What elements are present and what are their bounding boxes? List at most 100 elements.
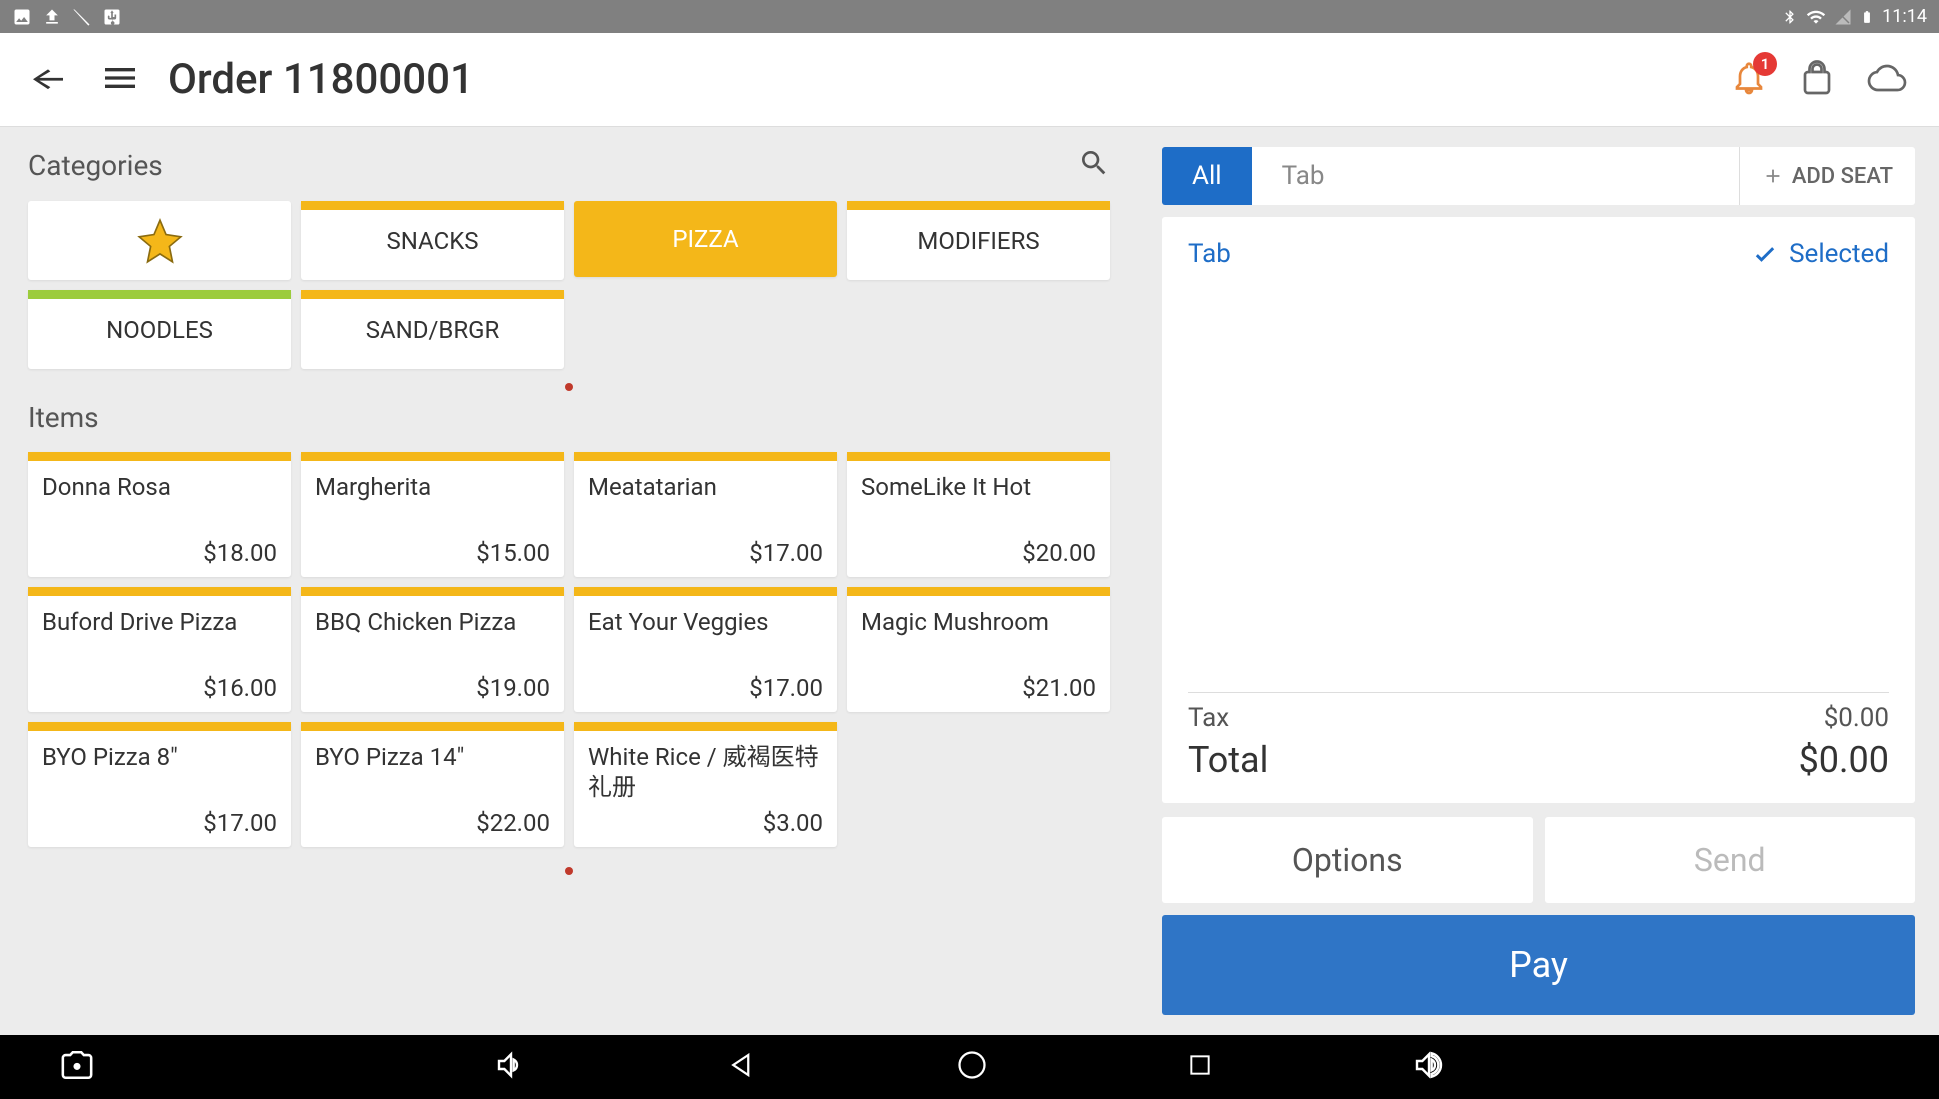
- signal-disabled-icon: [1834, 8, 1852, 26]
- categories-label: Categories: [28, 149, 163, 182]
- android-back-button[interactable]: [727, 1050, 757, 1084]
- cloud-button[interactable]: [1867, 60, 1907, 100]
- items-label: Items: [28, 401, 1110, 434]
- plus-icon: [1762, 165, 1784, 187]
- item-tile-5[interactable]: BBQ Chicken Pizza$19.00: [301, 587, 564, 712]
- camera-button[interactable]: [60, 1048, 94, 1086]
- airplane-off-icon: [72, 7, 92, 27]
- recent-square-icon: [1187, 1052, 1213, 1078]
- status-time: 11:14: [1882, 6, 1927, 27]
- item-tile-6[interactable]: Eat Your Veggies$17.00: [574, 587, 837, 712]
- category-tile-5[interactable]: SAND/BRGR: [301, 290, 564, 369]
- camera-icon: [60, 1048, 94, 1082]
- item-price: $18.00: [42, 539, 277, 567]
- page-title: Order 11800001: [168, 55, 1731, 104]
- item-tile-0[interactable]: Donna Rosa$18.00: [28, 452, 291, 577]
- item-tile-8[interactable]: BYO Pizza 8"$17.00: [28, 722, 291, 847]
- right-panel: All Tab ADD SEAT Tab Selected Tax $0.00: [1138, 127, 1939, 1035]
- notification-button[interactable]: 1: [1731, 60, 1767, 100]
- item-price: $16.00: [42, 674, 277, 702]
- status-right: 11:14: [1782, 6, 1927, 27]
- options-button[interactable]: Options: [1162, 817, 1533, 903]
- item-name: BBQ Chicken Pizza: [315, 607, 550, 674]
- item-price: $17.00: [42, 809, 277, 837]
- item-price: $3.00: [588, 809, 823, 837]
- search-icon: [1078, 147, 1110, 179]
- add-seat-label: ADD SEAT: [1792, 164, 1893, 189]
- volume-up-button[interactable]: [1413, 1049, 1445, 1085]
- selected-label: Selected: [1789, 239, 1889, 269]
- category-tile-2[interactable]: PIZZA: [574, 201, 837, 277]
- item-tile-1[interactable]: Margherita$15.00: [301, 452, 564, 577]
- item-name: White Rice / 威褐医特 礼册: [588, 742, 823, 809]
- bluetooth-icon: [1782, 9, 1798, 25]
- tax-label: Tax: [1188, 703, 1229, 733]
- total-label: Total: [1188, 739, 1268, 781]
- item-price: $15.00: [315, 539, 550, 567]
- add-seat-button[interactable]: ADD SEAT: [1739, 147, 1915, 205]
- wifi-icon: [1806, 7, 1826, 27]
- star-icon: [135, 216, 185, 266]
- android-recent-button[interactable]: [1187, 1052, 1213, 1082]
- category-label: MODIFIERS: [917, 227, 1039, 255]
- status-bar: 11:14: [0, 0, 1939, 33]
- category-label: SAND/BRGR: [366, 316, 500, 344]
- menu-icon[interactable]: [100, 58, 140, 102]
- category-tile-0[interactable]: [28, 201, 291, 280]
- item-tile-4[interactable]: Buford Drive Pizza$16.00: [28, 587, 291, 712]
- category-tile-1[interactable]: SNACKS: [301, 201, 564, 280]
- item-price: $20.00: [861, 539, 1096, 567]
- android-nav-bar: [0, 1035, 1939, 1099]
- category-label: NOODLES: [106, 316, 213, 344]
- upload-icon: [42, 7, 62, 27]
- category-tile-4[interactable]: NOODLES: [28, 290, 291, 369]
- ticket-tab-label[interactable]: Tab: [1188, 239, 1231, 269]
- usb-icon: [102, 7, 122, 27]
- item-name: Donna Rosa: [42, 472, 277, 539]
- pay-button[interactable]: Pay: [1162, 915, 1915, 1015]
- item-name: Meatatarian: [588, 472, 823, 539]
- header-icons: 1: [1731, 60, 1907, 100]
- image-icon: [12, 7, 32, 27]
- item-price: $17.00: [588, 674, 823, 702]
- battery-icon: [1860, 7, 1874, 27]
- item-tile-9[interactable]: BYO Pizza 14"$22.00: [301, 722, 564, 847]
- android-home-button[interactable]: [957, 1050, 987, 1084]
- app-header: Order 11800001 1: [0, 33, 1939, 127]
- cloud-icon: [1867, 60, 1907, 96]
- item-tile-3[interactable]: SomeLike It Hot$20.00: [847, 452, 1110, 577]
- status-left: [12, 7, 122, 27]
- filter-tab-tab[interactable]: Tab: [1252, 147, 1739, 205]
- item-name: Buford Drive Pizza: [42, 607, 277, 674]
- volume-up-icon: [1413, 1049, 1445, 1081]
- item-tile-2[interactable]: Meatatarian$17.00: [574, 452, 837, 577]
- volume-down-icon: [495, 1049, 527, 1081]
- item-price: $21.00: [861, 674, 1096, 702]
- total-value: $0.00: [1799, 739, 1889, 781]
- lock-icon: [1799, 60, 1835, 96]
- ticket-selected-indicator[interactable]: Selected: [1751, 239, 1889, 269]
- lock-button[interactable]: [1799, 60, 1835, 100]
- left-panel: Categories SNACKS PIZZA MODIFIERS NOODLES SA…: [0, 127, 1138, 1035]
- check-icon: [1751, 240, 1779, 268]
- items-page-indicator: [28, 847, 1110, 885]
- home-circle-icon: [957, 1050, 987, 1080]
- tax-value: $0.00: [1824, 703, 1889, 733]
- back-button[interactable]: [24, 58, 72, 102]
- category-label: SNACKS: [386, 227, 478, 255]
- send-button[interactable]: Send: [1545, 817, 1916, 903]
- item-name: Margherita: [315, 472, 550, 539]
- search-button[interactable]: [1078, 147, 1110, 183]
- category-page-indicator: [28, 369, 1110, 401]
- item-name: BYO Pizza 14": [315, 742, 550, 809]
- item-tile-7[interactable]: Magic Mushroom$21.00: [847, 587, 1110, 712]
- ticket-panel: Tab Selected Tax $0.00 Total $0.00: [1162, 217, 1915, 803]
- category-tile-3[interactable]: MODIFIERS: [847, 201, 1110, 280]
- filter-all-tab[interactable]: All: [1162, 147, 1252, 205]
- item-price: $19.00: [315, 674, 550, 702]
- item-tile-10[interactable]: White Rice / 威褐医特 礼册$3.00: [574, 722, 837, 847]
- item-price: $22.00: [315, 809, 550, 837]
- category-label: PIZZA: [672, 225, 738, 253]
- volume-down-button[interactable]: [495, 1049, 527, 1085]
- item-name: SomeLike It Hot: [861, 472, 1096, 539]
